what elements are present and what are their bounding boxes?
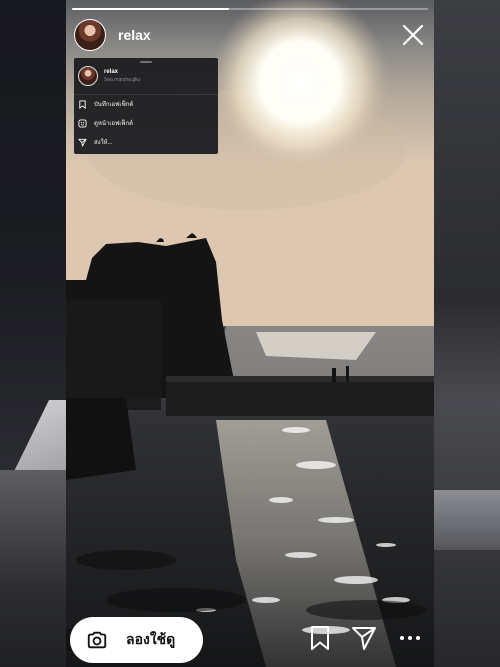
effect-page-icon xyxy=(78,118,87,128)
backdrop-shape xyxy=(430,0,500,667)
more-icon[interactable] xyxy=(396,624,424,652)
menu-header: relax Sea marsha.gliu xyxy=(78,66,140,86)
menu-username: relax xyxy=(104,69,119,75)
menu-item-label: บันทึกเอฟเฟ็กต์ xyxy=(94,102,134,108)
story-progress-fill xyxy=(72,8,229,10)
send-icon xyxy=(78,138,87,147)
bookmark-icon[interactable] xyxy=(306,624,334,652)
avatar[interactable] xyxy=(74,19,106,51)
story-viewer[interactable]: relax relax Sea marsha.gliu บันทึกเอฟเฟ็… xyxy=(66,0,434,667)
menu-item-save-effect[interactable]: บันทึกเอฟเฟ็กต์ xyxy=(78,98,133,110)
try-effect-label: ลองใช้ดู xyxy=(126,631,176,647)
backdrop-shape xyxy=(430,490,500,550)
camera-icon xyxy=(87,631,107,649)
menu-item-label: ดูหน้าเอฟเฟ็กต์ xyxy=(94,121,134,127)
try-effect-button[interactable]: ลองใช้ดู xyxy=(70,617,203,663)
story-username[interactable]: relax xyxy=(118,27,151,43)
menu-item-label: ส่งให้... xyxy=(94,140,113,146)
menu-subtitle: Sea marsha.gliu xyxy=(104,77,141,83)
story-progress-bar xyxy=(72,8,428,10)
effect-context-menu: relax Sea marsha.gliu บันทึกเอฟเฟ็กต์ ดู… xyxy=(74,58,218,154)
menu-item-send-to[interactable]: ส่งให้... xyxy=(78,136,112,148)
send-icon[interactable] xyxy=(350,624,378,652)
bookmark-icon xyxy=(79,99,86,109)
close-icon[interactable] xyxy=(400,22,426,48)
menu-divider xyxy=(74,94,218,95)
backdrop-shape xyxy=(0,470,70,667)
story-header: relax xyxy=(74,18,426,52)
menu-avatar xyxy=(78,66,98,86)
menu-drag-handle[interactable] xyxy=(140,61,152,63)
menu-item-view-effect-page[interactable]: ดูหน้าเอฟเฟ็กต์ xyxy=(78,117,133,129)
